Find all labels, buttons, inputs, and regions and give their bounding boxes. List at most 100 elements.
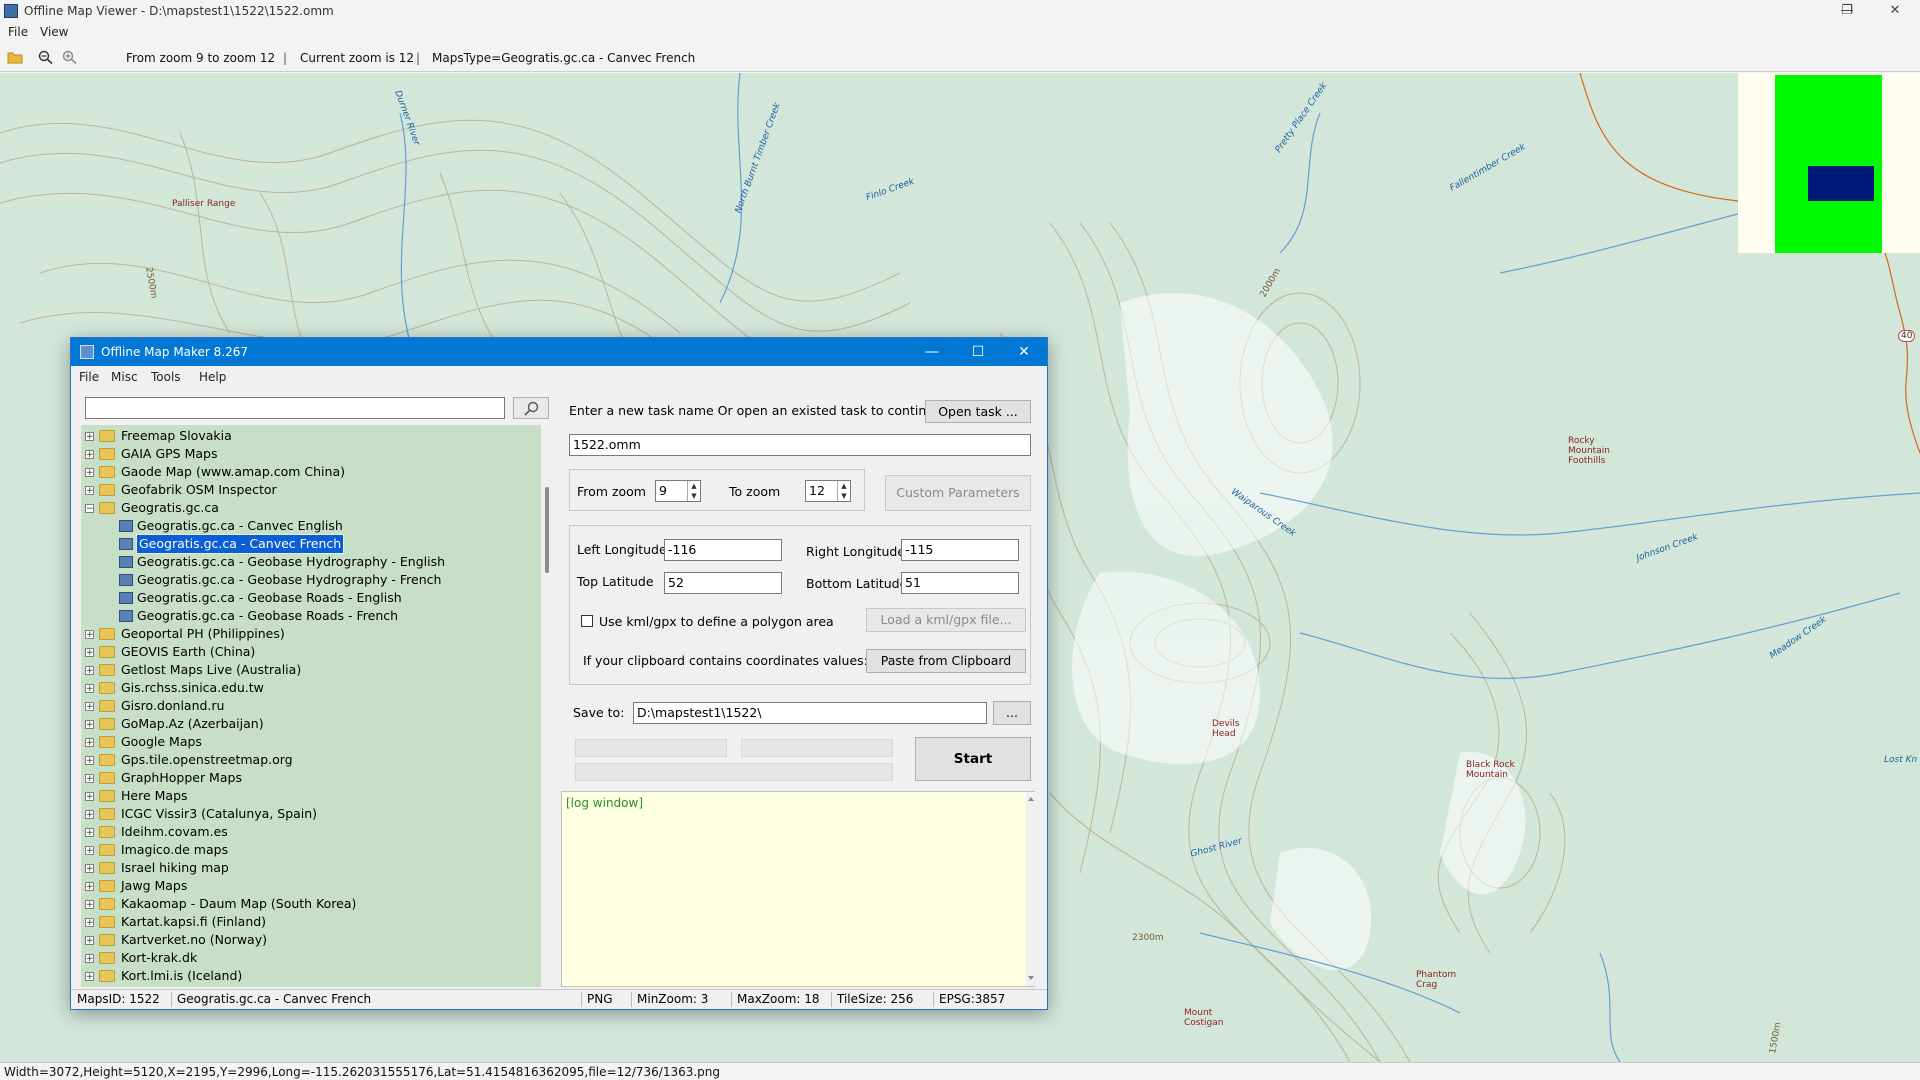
- expand-icon[interactable]: +: [85, 954, 94, 964]
- bottom-latitude-input[interactable]: 51: [901, 572, 1019, 594]
- tree-item[interactable]: + Kartat.kapsi.fi (Finland): [81, 913, 541, 931]
- tree-item[interactable]: + ICGC Vissir3 (Catalunya, Spain): [81, 805, 541, 823]
- expand-icon[interactable]: +: [85, 810, 94, 820]
- expand-icon[interactable]: +: [85, 702, 94, 712]
- search-input[interactable]: [85, 397, 505, 419]
- tree-item[interactable]: Geogratis.gc.ca - Canvec English: [81, 517, 541, 535]
- tree-item[interactable]: − Geogratis.gc.ca: [81, 499, 541, 517]
- to-zoom-arrows-icon[interactable]: ▲ ▼: [837, 481, 850, 501]
- from-zoom-stepper[interactable]: 9 ▲ ▼: [655, 480, 701, 502]
- to-zoom-stepper[interactable]: 12 ▲ ▼: [805, 480, 851, 502]
- tree-item[interactable]: + Jawg Maps: [81, 877, 541, 895]
- tree-item[interactable]: + GraphHopper Maps: [81, 769, 541, 787]
- expand-icon[interactable]: +: [85, 756, 94, 766]
- expand-icon[interactable]: +: [85, 828, 94, 838]
- minimap-viewport[interactable]: [1808, 166, 1874, 201]
- outer-status-bar: Width=3072,Height=5120,X=2195,Y=2996,Lon…: [0, 1062, 1920, 1080]
- tree-item[interactable]: + GoMap.Az (Azerbaijan): [81, 715, 541, 733]
- tree-item[interactable]: + Gisro.donland.ru: [81, 697, 541, 715]
- dialog-close-icon[interactable]: ✕: [1001, 338, 1047, 366]
- map-label: Phantom Crag: [1416, 970, 1457, 990]
- tree-item[interactable]: + Ideihm.covam.es: [81, 823, 541, 841]
- expand-icon[interactable]: +: [85, 972, 94, 982]
- expand-icon[interactable]: +: [85, 864, 94, 874]
- tree-item[interactable]: + Israel hiking map: [81, 859, 541, 877]
- tree-item[interactable]: + Imagico.de maps: [81, 841, 541, 859]
- log-scrollbar[interactable]: [1026, 792, 1036, 986]
- dialog-menu-help[interactable]: Help: [199, 370, 226, 384]
- tree-item[interactable]: Geogratis.gc.ca - Geobase Roads - French: [81, 607, 541, 625]
- collapse-icon[interactable]: −: [85, 504, 94, 514]
- menu-view[interactable]: View: [40, 25, 68, 39]
- tree-item-label: Geogratis.gc.ca - Geobase Hydrography - …: [137, 572, 442, 587]
- browse-button[interactable]: ...: [993, 701, 1031, 725]
- expand-icon[interactable]: +: [85, 468, 94, 478]
- expand-icon[interactable]: +: [85, 648, 94, 658]
- tree-item[interactable]: + GEOVIS Earth (China): [81, 643, 541, 661]
- expand-icon[interactable]: +: [85, 738, 94, 748]
- tree-item[interactable]: + Getlost Maps Live (Australia): [81, 661, 541, 679]
- dialog-menu-file[interactable]: File: [79, 370, 99, 384]
- tree-item[interactable]: + Kort.lmi.is (Iceland): [81, 967, 541, 985]
- search-button[interactable]: [513, 397, 549, 419]
- tree-item[interactable]: + Kakaomap - Daum Map (South Korea): [81, 895, 541, 913]
- tree-item[interactable]: + Gps.tile.openstreetmap.org: [81, 751, 541, 769]
- tree-item[interactable]: Geogratis.gc.ca - Geobase Hydrography - …: [81, 553, 541, 571]
- expand-icon[interactable]: +: [85, 846, 94, 856]
- kml-checkbox[interactable]: [581, 615, 593, 627]
- top-latitude-input[interactable]: 52: [664, 572, 782, 594]
- zoom-out-icon[interactable]: [38, 50, 54, 64]
- expand-icon[interactable]: +: [85, 432, 94, 442]
- custom-parameters-button[interactable]: Custom Parameters: [885, 475, 1031, 511]
- expand-icon[interactable]: +: [85, 936, 94, 946]
- outer-restore-icon[interactable]: ❐: [1824, 0, 1870, 22]
- tree-item[interactable]: + Geofabrik OSM Inspector: [81, 481, 541, 499]
- expand-icon[interactable]: +: [85, 882, 94, 892]
- tree-item[interactable]: + Kort-krak.dk: [81, 949, 541, 967]
- tree-item[interactable]: + Freemap Slovakia: [81, 427, 541, 445]
- dialog-status-bar: MapsID: 1522 Geogratis.gc.ca - Canvec Fr…: [71, 989, 1047, 1009]
- tree-item[interactable]: + Here Maps: [81, 787, 541, 805]
- tree-item[interactable]: Geogratis.gc.ca - Geobase Hydrography - …: [81, 571, 541, 589]
- tree-item[interactable]: Geogratis.gc.ca - Canvec French: [81, 534, 541, 554]
- tree-scrollbar-thumb[interactable]: [545, 487, 549, 573]
- tree-item[interactable]: + Gis.rchss.sinica.edu.tw: [81, 679, 541, 697]
- tree-item[interactable]: + Geoportal PH (Philippines): [81, 625, 541, 643]
- tree-item[interactable]: + Gaode Map (www.amap.com China): [81, 463, 541, 481]
- dialog-menu-misc[interactable]: Misc: [111, 370, 138, 384]
- zoom-in-icon[interactable]: [62, 50, 78, 64]
- expand-icon[interactable]: +: [85, 486, 94, 496]
- dialog-maximize-icon[interactable]: ☐: [955, 338, 1001, 366]
- open-folder-icon[interactable]: [7, 50, 23, 64]
- expand-icon[interactable]: +: [85, 720, 94, 730]
- open-task-button[interactable]: Open task ...: [925, 400, 1031, 423]
- task-name-input[interactable]: 1522.omm: [569, 434, 1031, 456]
- expand-icon[interactable]: +: [85, 774, 94, 784]
- expand-icon[interactable]: +: [85, 900, 94, 910]
- from-zoom-arrows-icon[interactable]: ▲ ▼: [687, 481, 700, 501]
- dialog-menu-tools[interactable]: Tools: [151, 370, 181, 384]
- tree-item[interactable]: + Kartverket.no (Norway): [81, 931, 541, 949]
- start-button[interactable]: Start: [915, 737, 1031, 781]
- expand-icon[interactable]: +: [85, 666, 94, 676]
- menu-file[interactable]: File: [8, 25, 28, 39]
- tree-item[interactable]: Geogratis.gc.ca - Geobase Roads - Englis…: [81, 589, 541, 607]
- left-longitude-input[interactable]: -116: [664, 539, 782, 561]
- expand-icon[interactable]: +: [85, 630, 94, 640]
- expand-icon[interactable]: +: [85, 918, 94, 928]
- log-text: [log window]: [566, 796, 643, 810]
- load-kml-button[interactable]: Load a kml/gpx file...: [866, 608, 1026, 632]
- outer-close-icon[interactable]: ✕: [1872, 0, 1918, 22]
- expand-icon[interactable]: +: [85, 450, 94, 460]
- expand-icon[interactable]: +: [85, 792, 94, 802]
- paste-clipboard-button[interactable]: Paste from Clipboard: [866, 649, 1026, 673]
- log-window[interactable]: [log window]: [561, 791, 1036, 987]
- map-source-tree[interactable]: + Freemap Slovakia + GAIA GPS Maps + Gaode Ma…: [81, 425, 541, 987]
- tree-item[interactable]: + GAIA GPS Maps: [81, 445, 541, 463]
- dialog-title-bar[interactable]: Offline Map Maker 8.267 — ☐ ✕: [71, 338, 1047, 366]
- tree-item[interactable]: + Google Maps: [81, 733, 541, 751]
- right-longitude-input[interactable]: -115: [901, 539, 1019, 561]
- expand-icon[interactable]: +: [85, 684, 94, 694]
- dialog-minimize-icon[interactable]: —: [909, 338, 955, 366]
- save-path-input[interactable]: D:\mapstest1\1522\: [633, 702, 987, 724]
